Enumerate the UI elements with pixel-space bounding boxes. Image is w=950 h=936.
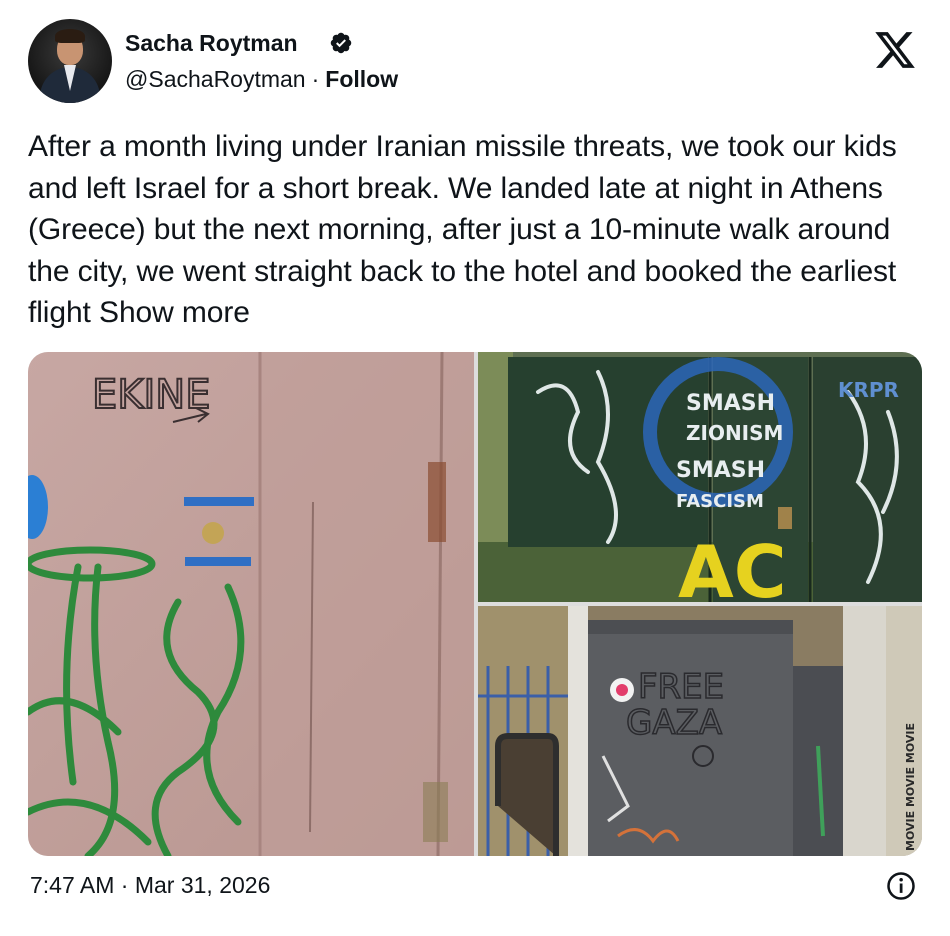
author-handle[interactable]: @SachaRoytman [125, 66, 306, 92]
graffiti-line-4: FASCISM [676, 491, 764, 512]
graffiti-line-3: SMASH [676, 458, 765, 483]
verified-badge-icon [330, 32, 352, 54]
media-grid: EKINE SMASH ZIONISM SMASH FASCISM AC KRP… [28, 352, 922, 856]
x-logo-icon[interactable] [872, 28, 918, 72]
graffiti-free: FREE [638, 667, 724, 707]
author-handle-row: @SachaRoytman · Follow [125, 66, 398, 93]
yellow-tag: AC [678, 530, 787, 602]
photo-gray-box[interactable]: FREE GAZA MOVIE MOVIE MOVIE [478, 606, 922, 856]
tweet-timestamp[interactable]: 7:47 AM · Mar 31, 2026 [30, 872, 270, 899]
graffiti-tag-text: EKINE [92, 372, 211, 418]
follow-button[interactable]: Follow [325, 66, 398, 92]
info-icon[interactable] [886, 871, 916, 901]
graffiti-gaza: GAZA [626, 703, 722, 743]
svg-text:KRPR: KRPR [838, 378, 899, 402]
tweet-text: After a month living under Iranian missi… [28, 126, 928, 334]
graffiti-line-2: ZIONISM [686, 421, 783, 445]
side-text: MOVIE MOVIE MOVIE [904, 723, 917, 851]
photo-green-boxes[interactable]: SMASH ZIONISM SMASH FASCISM AC KRPR [478, 352, 922, 602]
graffiti-line-1: SMASH [686, 391, 775, 416]
author-name[interactable]: Sacha Roytman [125, 30, 298, 57]
show-more-link[interactable]: Show more [99, 296, 250, 329]
separator-dot: · [311, 66, 320, 92]
photo-pink-wall[interactable]: EKINE [28, 352, 474, 856]
author-avatar[interactable] [28, 19, 112, 103]
